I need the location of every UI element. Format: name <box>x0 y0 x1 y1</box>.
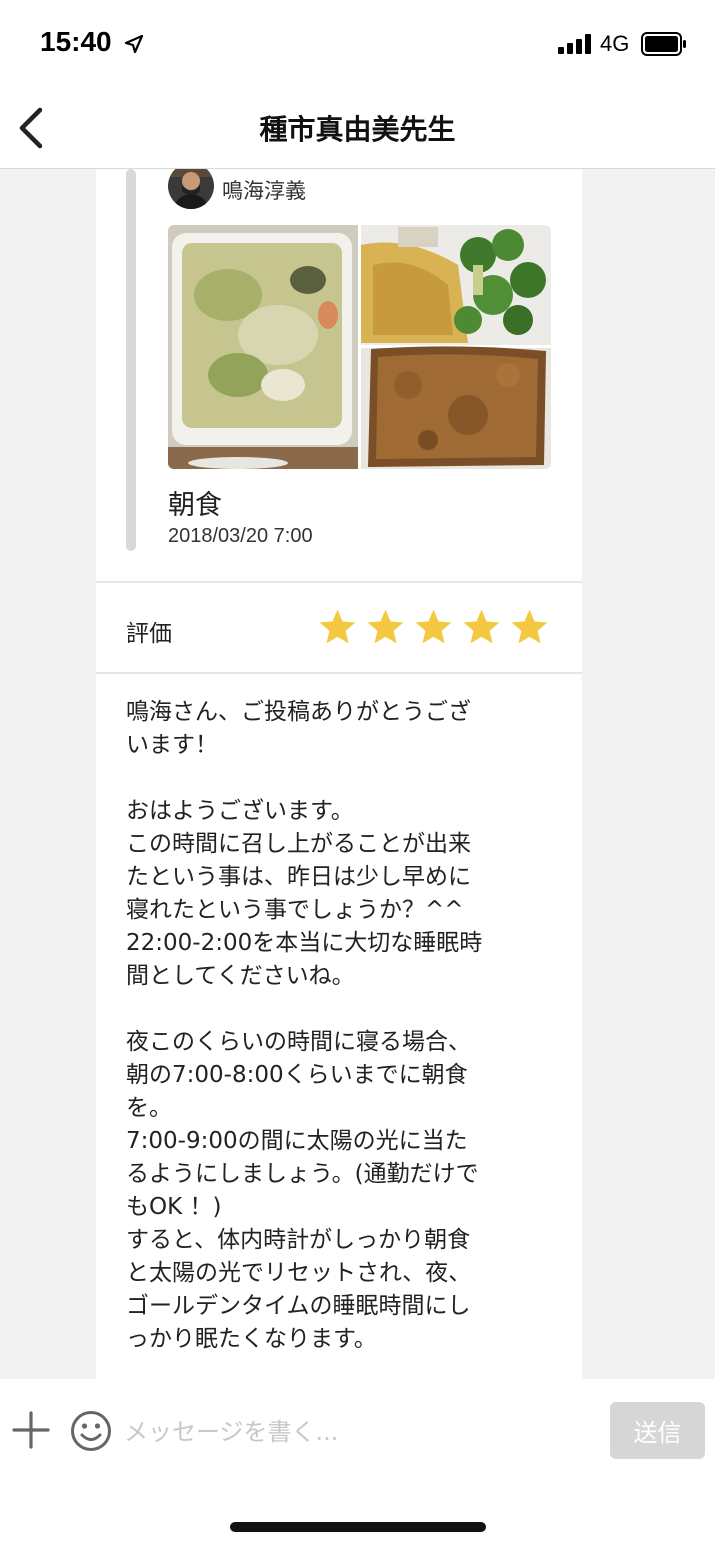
message-input[interactable] <box>122 1409 596 1455</box>
star-icon <box>367 609 404 644</box>
divider <box>96 672 582 674</box>
rating-label: 評価 <box>126 621 172 647</box>
star-icon <box>511 609 548 644</box>
poster-name: 鳴海淳義 <box>222 179 306 203</box>
add-attachment-button[interactable] <box>12 1411 50 1449</box>
plus-icon <box>12 1411 50 1449</box>
star-rating <box>318 608 549 646</box>
location-arrow-icon <box>124 34 144 54</box>
emoji-button[interactable] <box>70 1410 112 1452</box>
omelette-broccoli-photo <box>361 225 551 345</box>
status-time: 15:40 <box>40 26 112 57</box>
meal-name: 朝食 <box>168 490 222 521</box>
home-indicator[interactable] <box>230 1522 486 1532</box>
page-title: 種市真由美先生 <box>259 113 456 146</box>
meal-photo-collage <box>168 225 551 469</box>
star-icon <box>463 609 500 644</box>
meal-datetime: 2018/03/20 7:00 <box>168 525 313 547</box>
soup-photo <box>168 225 358 469</box>
divider <box>96 581 582 583</box>
message-thread[interactable]: 鳴海淳義 朝食 2018/03/20 7:00 評価 鳴海さん、ご投稿ありがとう… <box>0 169 715 1379</box>
star-icon <box>319 609 356 644</box>
battery-icon <box>641 32 686 56</box>
meal-photos[interactable] <box>168 225 551 469</box>
avatar-image <box>168 169 214 209</box>
send-button[interactable]: 送信 <box>610 1402 705 1459</box>
network-type: 4G <box>600 31 630 56</box>
status-bar: 15:40 4G <box>0 0 715 88</box>
message-input-bar: 送信 <box>0 1379 715 1548</box>
toast-photo <box>361 346 551 469</box>
teacher-comment: 鳴海さん、ご投稿ありがとうござ います！ おはようございます。 この時間に召し上… <box>126 699 483 1352</box>
avatar[interactable] <box>168 169 214 209</box>
star-icon <box>415 609 452 644</box>
navigation-bar: 種市真由美先生 <box>0 88 715 169</box>
feedback-card: 鳴海淳義 朝食 2018/03/20 7:00 評価 鳴海さん、ご投稿ありがとう… <box>96 169 582 1379</box>
smiley-icon <box>71 1411 111 1451</box>
cellular-signal-icon <box>558 34 591 54</box>
quote-bar <box>126 169 136 551</box>
